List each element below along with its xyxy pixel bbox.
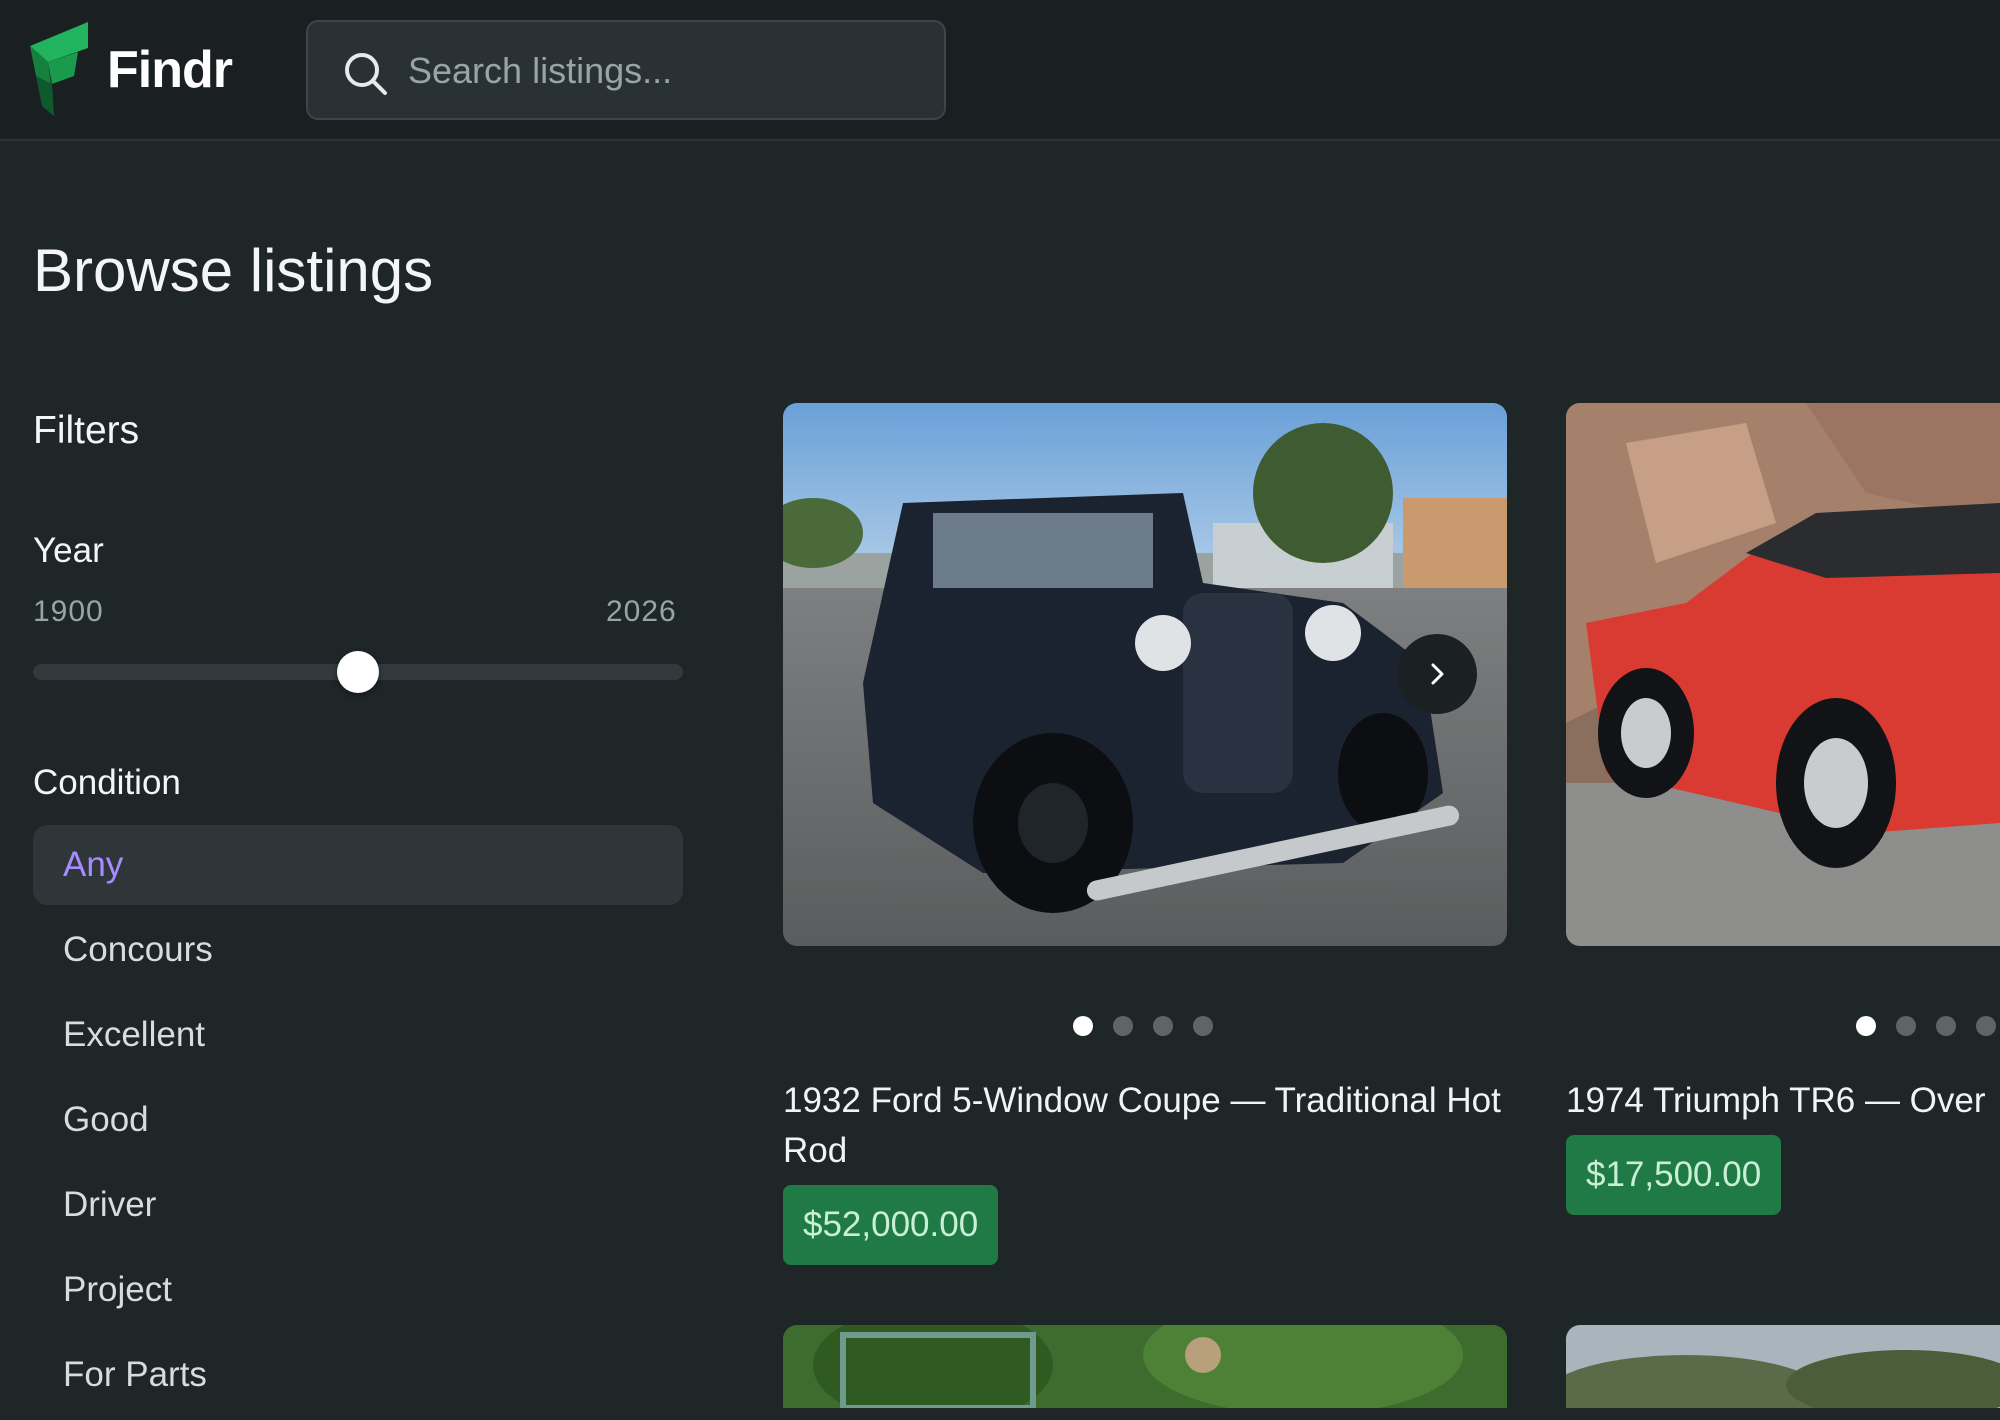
carousel-dot[interactable] [1856,1016,1876,1036]
condition-option-any[interactable]: Any [33,825,683,905]
page-title: Browse listings [33,237,434,304]
condition-option-excellent[interactable]: Excellent [33,995,683,1075]
next-image-button[interactable] [1397,634,1477,714]
image-carousel-dots [1856,1016,1996,1036]
search-box[interactable] [306,20,946,120]
listing-photo-image [1566,1325,2000,1408]
filters-heading: Filters [33,409,140,452]
chevron-right-icon [1431,663,1444,685]
condition-options: Any Concours Excellent Good Driver Proje… [33,825,683,1420]
listing-image[interactable] [1566,403,2000,946]
condition-option-project[interactable]: Project [33,1250,683,1330]
year-max-value: 2026 [606,595,677,628]
carousel-dot[interactable] [1896,1016,1916,1036]
listing-card[interactable]: 1974 Triumph TR6 — Over $17,500.00 [1566,403,2000,1223]
condition-option-good[interactable]: Good [33,1080,683,1160]
year-filter-label: Year [33,531,104,570]
carousel-dot[interactable] [1936,1016,1956,1036]
listing-price: $52,000.00 [783,1185,999,1265]
top-bar: Findr [0,0,2000,141]
listing-image[interactable] [783,1325,1507,1408]
condition-option-driver[interactable]: Driver [33,1165,683,1245]
carousel-dot[interactable] [1193,1016,1213,1036]
year-slider-thumb[interactable] [337,651,379,693]
search-icon [345,53,387,95]
carousel-dot[interactable] [1976,1016,1996,1036]
listing-title[interactable]: 1932 Ford 5-Window Coupe — Traditional H… [783,1076,1507,1176]
findr-logo-icon[interactable] [30,22,100,116]
car-photo-image [1566,403,2000,946]
condition-option-concours[interactable]: Concours [33,910,683,990]
carousel-dot[interactable] [1153,1016,1173,1036]
listing-image[interactable] [1566,1325,2000,1408]
listing-photo-image [783,1325,1507,1408]
image-carousel-dots [1073,1016,1213,1036]
carousel-dot[interactable] [1073,1016,1093,1036]
listing-card[interactable]: 1932 Ford 5-Window Coupe — Traditional H… [783,403,1507,1273]
year-min-value: 1900 [33,595,104,628]
search-input[interactable] [408,40,928,102]
condition-option-for-parts[interactable]: For Parts [33,1335,683,1415]
brand-name[interactable]: Findr [107,40,233,100]
condition-filter-label: Condition [33,763,181,802]
listing-title[interactable]: 1974 Triumph TR6 — Over [1566,1076,2000,1126]
listing-price: $17,500.00 [1566,1135,1782,1215]
carousel-dot[interactable] [1113,1016,1133,1036]
